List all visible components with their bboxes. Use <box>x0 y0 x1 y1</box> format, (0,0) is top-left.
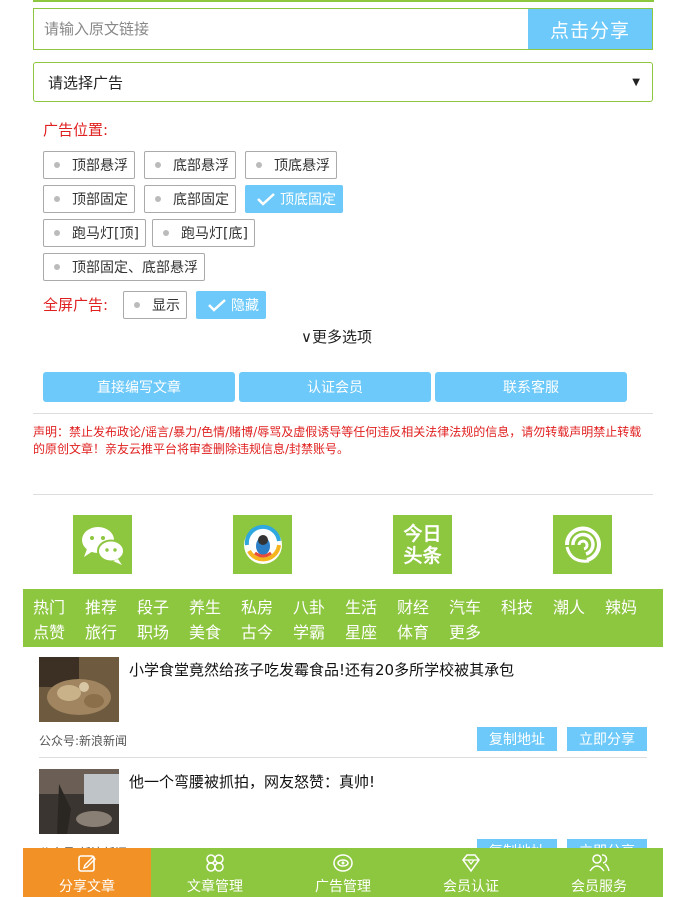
category-item[interactable]: 古今 <box>241 619 273 643</box>
nav-ad-manage[interactable]: 广告管理 <box>279 848 407 897</box>
ad-position-option[interactable]: 顶底悬浮 <box>245 151 337 179</box>
qq-zone-icon <box>243 524 282 564</box>
write-article-button[interactable]: 直接编写文章 <box>43 372 235 402</box>
fullscreen-ad-option[interactable]: 显示 <box>123 291 187 319</box>
category-item[interactable]: 养生 <box>189 594 221 618</box>
radio-dot-icon <box>155 162 161 168</box>
ad-position-option[interactable]: 底部悬浮 <box>144 151 236 179</box>
checkmark-icon <box>208 299 226 312</box>
contact-service-button[interactable]: 联系客服 <box>435 372 627 402</box>
ad-select-value: 请选择广告 <box>48 73 124 92</box>
top-accent-line <box>33 0 654 2</box>
article-title[interactable]: 小学食堂竟然给孩子吃发霉食品!还有20多所学校被其承包 <box>129 659 514 680</box>
ad-position-label: 广告位置: <box>43 121 109 139</box>
disclaimer-notice: 声明：禁止发布政论/谣言/暴力/色情/赌博/辱骂及虚假诱导等任何违反相关法律法规… <box>33 425 642 456</box>
qq-zone-share-tile[interactable] <box>233 515 292 574</box>
category-item[interactable]: 推荐 <box>85 594 117 618</box>
radio-dot-icon <box>54 196 60 202</box>
copy-link-button[interactable]: 复制地址 <box>477 727 557 751</box>
radio-dot-icon <box>155 196 161 202</box>
fullscreen-ad-label: 全屏广告: <box>43 296 109 314</box>
category-item[interactable]: 科技 <box>501 594 533 618</box>
article-thumbnail <box>39 769 119 834</box>
ad-position-option[interactable]: 跑马灯[顶] <box>43 219 146 247</box>
fullscreen-ad-option-selected[interactable]: 隐藏 <box>196 291 266 319</box>
url-input[interactable] <box>34 9 528 49</box>
category-item[interactable]: 段子 <box>137 594 169 618</box>
users-icon <box>589 854 610 872</box>
category-item[interactable]: 财经 <box>397 594 429 618</box>
category-item[interactable]: 点赞 <box>33 619 65 643</box>
edit-icon <box>78 855 96 872</box>
radio-dot-icon <box>163 230 169 236</box>
wechat-icon <box>81 526 125 565</box>
article-title[interactable]: 他一个弯腰被抓拍，网友怒赞：真帅! <box>129 771 375 792</box>
category-item[interactable]: 学霸 <box>293 619 325 643</box>
toutiao-share-tile[interactable]: 今日 头条 <box>393 515 452 574</box>
radio-dot-icon <box>134 302 140 308</box>
url-share-bar: 点击分享 <box>33 8 653 50</box>
article-source: 公众号:新浪新闻 <box>39 734 128 748</box>
ad-position-option[interactable]: 底部固定 <box>144 185 236 213</box>
ad-position-option[interactable]: 顶部固定 <box>43 185 135 213</box>
radio-dot-icon <box>54 230 60 236</box>
nav-share-article[interactable]: 分享文章 <box>23 848 151 897</box>
dropdown-caret-icon: ▼ <box>632 76 640 88</box>
eye-icon <box>333 854 353 872</box>
more-options-toggle[interactable]: ∨更多选项 <box>0 326 673 347</box>
category-item[interactable]: 更多 <box>449 619 481 643</box>
share-button[interactable]: 点击分享 <box>528 9 652 49</box>
verify-member-button[interactable]: 认证会员 <box>239 372 431 402</box>
divider <box>39 757 647 758</box>
flower-grid-icon <box>206 854 224 872</box>
nav-article-manage[interactable]: 文章管理 <box>151 848 279 897</box>
ad-position-option-selected[interactable]: 顶底固定 <box>245 185 343 213</box>
category-item[interactable]: 辣妈 <box>605 594 637 618</box>
nav-member-service[interactable]: 会员服务 <box>535 848 663 897</box>
article-thumbnail <box>39 657 119 722</box>
category-item[interactable]: 八卦 <box>293 594 325 618</box>
swirl-share-tile[interactable] <box>553 515 612 574</box>
radio-dot-icon <box>54 264 60 270</box>
radio-dot-icon <box>256 162 262 168</box>
share-now-button[interactable]: 立即分享 <box>567 727 647 751</box>
category-bar: 热门 推荐 段子 养生 私房 八卦 生活 财经 汽车 科技 潮人 辣妈点赞 旅行 职场 美食 古今 学霸 星座 体育… <box>23 589 663 647</box>
category-item[interactable]: 体育 <box>397 619 429 643</box>
toutiao-icon: 今日 头条 <box>403 522 442 567</box>
radio-dot-icon <box>54 162 60 168</box>
ad-position-option[interactable]: 跑马灯[底] <box>152 219 255 247</box>
divider <box>33 413 653 414</box>
nav-member-verify[interactable]: 会员认证 <box>407 848 535 897</box>
category-item[interactable]: 职场 <box>137 619 169 643</box>
category-item[interactable]: 美食 <box>189 619 221 643</box>
wechat-share-tile[interactable] <box>73 515 132 574</box>
swirl-icon <box>564 526 601 563</box>
checkmark-icon <box>257 193 275 206</box>
category-item[interactable]: 生活 <box>345 594 377 618</box>
category-item[interactable]: 潮人 <box>553 594 585 618</box>
category-item[interactable]: 星座 <box>345 619 377 643</box>
category-item[interactable]: 热门 <box>33 594 65 618</box>
category-item[interactable]: 汽车 <box>449 594 481 618</box>
category-item[interactable]: 旅行 <box>85 619 117 643</box>
divider <box>33 494 653 495</box>
ad-position-option[interactable]: 顶部悬浮 <box>43 151 135 179</box>
ad-position-option[interactable]: 顶部固定、底部悬浮 <box>43 253 205 281</box>
ad-select[interactable]: 请选择广告 ▼ <box>33 62 653 102</box>
category-item[interactable]: 私房 <box>241 594 273 618</box>
diamond-icon <box>462 854 480 873</box>
bottom-nav: 分享文章 文章管理 广告管理 会员认证 会员服务 <box>23 848 663 897</box>
